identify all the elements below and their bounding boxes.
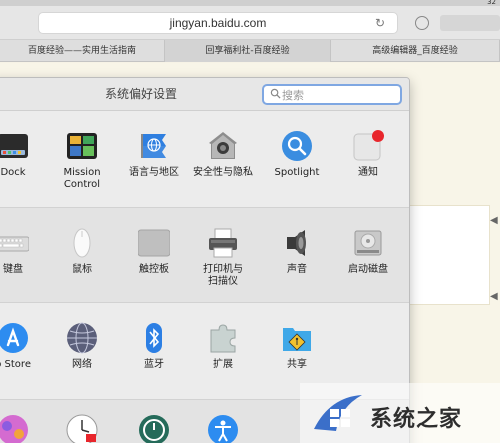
page-content-box: [400, 205, 490, 305]
dock-icon: [0, 130, 29, 162]
pref-notifications[interactable]: 通知: [333, 130, 403, 179]
pref-label: 触控板: [139, 264, 169, 275]
clock-icon: [66, 414, 98, 443]
pref-icloud-partial[interactable]: [0, 414, 48, 443]
watermark-logo-icon: [314, 395, 362, 431]
pref-label: Spotlight: [274, 167, 320, 178]
pref-label: 蓝牙: [144, 359, 164, 370]
accessibility-icon: [207, 414, 239, 443]
pref-network[interactable]: 网络: [47, 322, 117, 371]
pref-printers-scanners[interactable]: 打印机与 扫描仪: [188, 227, 258, 288]
printer-scanner-icon: [207, 227, 239, 259]
pref-extensions[interactable]: 扩展: [188, 322, 258, 371]
search-field[interactable]: [262, 84, 402, 105]
window-title: 系统偏好设置: [104, 87, 177, 101]
pref-spotlight[interactable]: Spotlight: [262, 130, 332, 179]
pref-startup-disk[interactable]: 启动磁盘: [333, 227, 403, 276]
sharing-icon: [281, 322, 313, 354]
startup-disk-icon: [352, 227, 384, 259]
pref-app-store[interactable]: p Store: [0, 322, 48, 371]
pref-label: 共享: [287, 359, 307, 370]
watermark: 系统之家: [300, 383, 500, 443]
pref-label: 安全性与隐私: [193, 167, 253, 178]
tab-bar: 百度经验——实用生活指南 回享福利社-百度经验 高级编辑器_百度经验: [0, 40, 500, 62]
extensions-icon: [207, 322, 239, 354]
pref-accessibility[interactable]: [188, 414, 258, 443]
mission-control-icon: [66, 130, 98, 162]
pref-language-region[interactable]: 语言与地区: [119, 130, 189, 179]
pref-sound[interactable]: 声音: [262, 227, 332, 276]
pref-time-machine[interactable]: [119, 414, 189, 443]
pref-label: 启动磁盘: [348, 264, 388, 275]
pref-label: 声音: [287, 264, 307, 275]
security-privacy-icon: [207, 130, 239, 162]
pref-bluetooth[interactable]: 蓝牙: [119, 322, 189, 371]
network-icon: [66, 322, 98, 354]
language-region-icon: [138, 130, 170, 162]
prefs-row-personal: Dock Mission Control 语言与地区 安全性与隐私 Spotli…: [0, 111, 409, 207]
url-field[interactable]: jingyan.baidu.com ↻: [38, 12, 398, 34]
tab-fulishe[interactable]: 回享福利社-百度经验: [165, 40, 331, 62]
toolbar-extension-area[interactable]: [440, 15, 500, 31]
pref-keyboard[interactable]: 键盘: [0, 227, 48, 276]
reload-icon[interactable]: ↻: [371, 14, 389, 32]
prefs-row-hardware: 键盘 鼠标 触控板 打印机与 扫描仪 声音 启动磁盘: [0, 207, 409, 303]
game-center-icon: [0, 414, 29, 443]
bluetooth-icon: [138, 322, 170, 354]
sound-icon: [281, 227, 313, 259]
pref-sharing[interactable]: 共享: [262, 322, 332, 371]
window-titlebar[interactable]: 系统偏好设置: [0, 78, 409, 111]
arrow-left-icon[interactable]: ◀: [490, 291, 498, 302]
trackpad-icon: [137, 227, 171, 259]
notifications-icon: [352, 130, 384, 162]
download-icon[interactable]: [415, 16, 429, 30]
keyboard-icon: [0, 227, 30, 259]
spotlight-icon: [281, 130, 313, 162]
time-machine-icon: [138, 414, 170, 443]
pref-label: 扩展: [213, 359, 233, 370]
pref-label: 通知: [358, 167, 378, 178]
pref-date-time[interactable]: [47, 414, 117, 443]
pref-mouse[interactable]: 鼠标: [47, 227, 117, 276]
search-icon: [270, 88, 281, 99]
mouse-icon: [66, 227, 98, 259]
arrow-left-icon[interactable]: ◀: [490, 215, 498, 226]
pref-security-privacy[interactable]: 安全性与隐私: [188, 130, 258, 179]
pref-label: 鼠标: [72, 264, 92, 275]
pref-mission-control[interactable]: Mission Control: [47, 130, 117, 191]
pref-label: Mission Control: [63, 167, 101, 190]
browser-toolbar: jingyan.baidu.com ↻: [0, 6, 500, 40]
pref-label: 打印机与 扫描仪: [203, 264, 243, 287]
pref-label: p Store: [0, 359, 31, 370]
pref-label: 网络: [72, 359, 92, 370]
pref-dock[interactable]: Dock: [0, 130, 48, 179]
url-text: jingyan.baidu.com: [169, 16, 267, 30]
watermark-text: 系统之家: [370, 407, 463, 432]
tab-baidu-jingyan[interactable]: 百度经验——实用生活指南: [0, 40, 165, 62]
tab-advanced-editor[interactable]: 高级编辑器_百度经验: [331, 40, 500, 62]
app-store-icon: [0, 322, 29, 354]
pref-trackpad[interactable]: 触控板: [119, 227, 189, 276]
pref-label: Dock: [0, 167, 26, 178]
search-input[interactable]: [282, 87, 398, 103]
pref-label: 语言与地区: [129, 167, 179, 178]
pref-label: 键盘: [3, 264, 23, 275]
